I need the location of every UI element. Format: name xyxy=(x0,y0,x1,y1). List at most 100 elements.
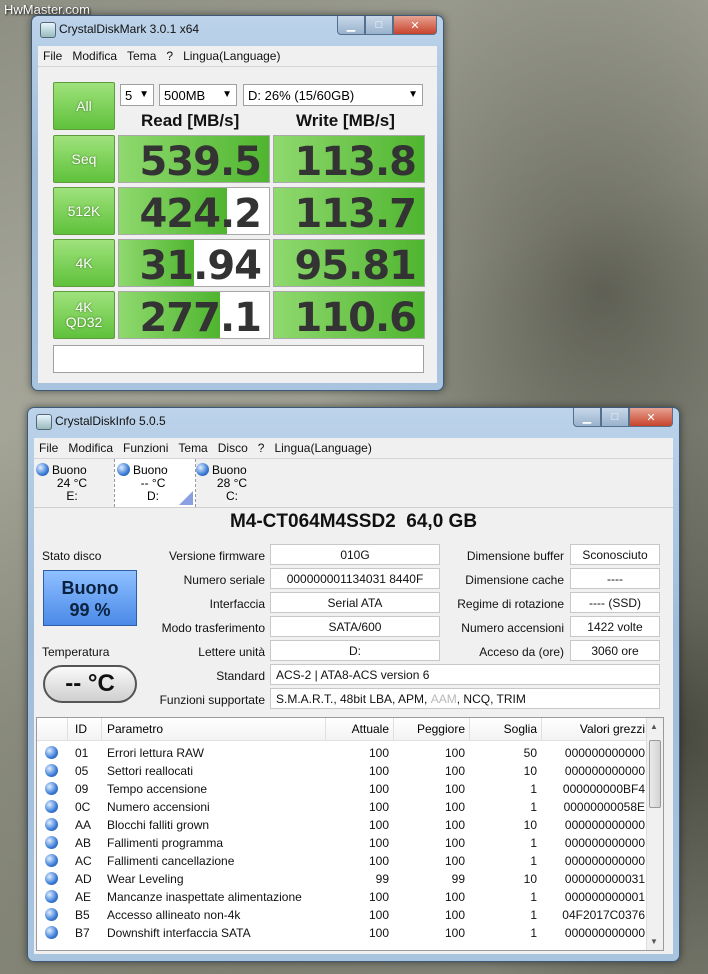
status-dot-icon xyxy=(45,800,58,813)
status-dot-icon xyxy=(45,872,58,885)
table-row[interactable]: 09 Tempo accensione 100 100 1 000000000BF4 xyxy=(37,780,646,798)
table-row[interactable]: 05 Settori reallocati 100 100 10 000000000000 xyxy=(37,762,646,780)
menu-help[interactable]: ? xyxy=(253,441,270,455)
512k-write-cell: 113.7 xyxy=(273,187,425,235)
table-row[interactable]: AD Wear Leveling 99 99 10 000000000031 xyxy=(37,870,646,888)
table-row[interactable]: AB Fallimenti programma 100 100 1 00000000000… xyxy=(37,834,646,852)
menu-file[interactable]: File xyxy=(34,441,63,455)
scroll-thumb[interactable] xyxy=(649,740,661,808)
size-select[interactable]: 500MB ▼ xyxy=(159,84,237,106)
seq-write-cell: 113.8 xyxy=(273,135,425,183)
disk-status: Buono xyxy=(133,463,168,477)
col-attuale[interactable]: Attuale xyxy=(329,722,389,736)
write-header: Write [MB/s] xyxy=(296,111,395,130)
table-row[interactable]: B5 Accesso allineato non-4k 100 100 1 04F2017… xyxy=(37,906,646,924)
attr-name: Settori reallocati xyxy=(107,764,194,778)
disk-tab-d[interactable]: Buono -- °C D: xyxy=(114,459,196,507)
disk-tab-e[interactable]: Buono 24 °C E: xyxy=(34,459,114,507)
temperature-label: Temperatura xyxy=(42,645,110,659)
menu-lingua[interactable]: Lingua(Language) xyxy=(269,441,376,455)
scroll-down-icon[interactable]: ▼ xyxy=(650,937,658,946)
attr-id: B7 xyxy=(75,926,90,940)
attr-id: AA xyxy=(75,818,92,832)
col-peggiore[interactable]: Peggiore xyxy=(397,722,465,736)
all-button[interactable]: All xyxy=(53,82,115,130)
menu-tema[interactable]: Tema xyxy=(173,441,212,455)
maximize-button[interactable]: □ xyxy=(365,16,393,35)
menu-help[interactable]: ? xyxy=(161,49,178,63)
chevron-down-icon: ▼ xyxy=(408,89,418,100)
cdi-title: CrystalDiskInfo 5.0.5 xyxy=(55,414,166,428)
standard-value: ACS-2 | ATA8-ACS version 6 xyxy=(270,664,660,685)
4k-qd32-button[interactable]: 4K QD32 xyxy=(53,291,115,339)
table-row[interactable]: 01 Errori lettura RAW 100 100 50 000000000000 xyxy=(37,744,646,762)
col-valori-grezzi[interactable]: Valori grezzi xyxy=(547,722,645,736)
seq-button[interactable]: Seq xyxy=(53,135,115,183)
features-aam-disabled: AAM xyxy=(430,691,457,706)
table-row[interactable]: AC Fallimenti cancellazione 100 100 1 0000000… xyxy=(37,852,646,870)
attr-current: 99 xyxy=(375,872,389,886)
attr-current: 100 xyxy=(368,782,389,796)
attr-worst: 100 xyxy=(444,782,465,796)
attr-raw: 04F2017C0376 xyxy=(562,908,645,922)
close-button[interactable]: ✕ xyxy=(629,408,673,427)
health-dot-icon xyxy=(36,463,49,476)
table-row[interactable]: AE Mancanze inaspettate alimentazione 100 1… xyxy=(37,888,646,906)
col-separator xyxy=(541,718,542,740)
col-parametro[interactable]: Parametro xyxy=(107,722,163,736)
512k-read-cell: 424.2 xyxy=(118,187,270,235)
table-row[interactable]: 0C Numero accensioni 100 100 1 00000000058E xyxy=(37,798,646,816)
power-hours-label: Acceso da (ore) xyxy=(479,645,564,659)
scroll-up-icon[interactable]: ▲ xyxy=(650,722,658,731)
disk-status: Buono xyxy=(212,463,247,477)
attr-raw: 000000000000 xyxy=(564,836,645,850)
attr-id: 05 xyxy=(75,764,89,778)
menu-funzioni[interactable]: Funzioni xyxy=(118,441,173,455)
col-id[interactable]: ID xyxy=(75,722,87,736)
disk-tab-c[interactable]: Buono 28 °C C: xyxy=(194,459,274,507)
menu-disco[interactable]: Disco xyxy=(213,441,253,455)
rotation-label: Regime di rotazione xyxy=(457,597,564,611)
attr-current: 100 xyxy=(368,854,389,868)
4k-write-cell: 95.81 xyxy=(273,239,425,287)
4k-read-cell: 31.94 xyxy=(118,239,270,287)
table-row[interactable]: B7 Downshift interfaccia SATA 100 100 1 00000… xyxy=(37,924,646,942)
512k-button[interactable]: 512K xyxy=(53,187,115,235)
cdm-titlebar[interactable]: CrystalDiskMark 3.0.1 x64 ▁ □ ✕ xyxy=(32,16,443,44)
disk-status: Buono xyxy=(52,463,87,477)
cdi-titlebar[interactable]: CrystalDiskInfo 5.0.5 ▁ □ ✕ xyxy=(28,408,679,436)
buffer-label: Dimensione buffer xyxy=(466,549,564,563)
4k-button[interactable]: 4K xyxy=(53,239,115,287)
table-row[interactable]: AA Blocchi falliti grown 100 100 10 000000000… xyxy=(37,816,646,834)
close-button[interactable]: ✕ xyxy=(393,16,437,35)
health-status-badge[interactable]: Buono 99 % xyxy=(43,570,137,626)
menu-tema[interactable]: Tema xyxy=(122,49,161,63)
attr-threshold: 10 xyxy=(523,872,537,886)
count-select[interactable]: 5 ▼ xyxy=(120,84,154,106)
cdm-menubar: File Modifica Tema ? Lingua(Language) xyxy=(38,46,437,67)
minimize-button[interactable]: ▁ xyxy=(337,16,365,35)
power-count-label: Numero accensioni xyxy=(461,621,564,635)
attr-threshold: 50 xyxy=(523,746,537,760)
drive-select[interactable]: D: 26% (15/60GB) ▼ xyxy=(243,84,423,106)
disk-temp: 24 °C xyxy=(56,476,88,490)
attr-worst: 100 xyxy=(444,746,465,760)
maximize-button[interactable]: □ xyxy=(601,408,629,427)
letters-label: Lettere unità xyxy=(198,645,265,659)
smart-table[interactable]: ID Parametro Attuale Peggiore Soglia Val… xyxy=(36,717,664,951)
menu-file[interactable]: File xyxy=(38,49,67,63)
menu-modifica[interactable]: Modifica xyxy=(63,441,118,455)
col-separator xyxy=(469,718,470,740)
power-count-value: 1422 volte xyxy=(570,616,660,637)
smart-scrollbar[interactable]: ▲ ▼ xyxy=(646,718,663,950)
attr-raw: 000000000000 xyxy=(564,926,645,940)
attr-threshold: 1 xyxy=(530,854,537,868)
menu-modifica[interactable]: Modifica xyxy=(67,49,122,63)
attr-current: 100 xyxy=(368,926,389,940)
minimize-button[interactable]: ▁ xyxy=(573,408,601,427)
col-soglia[interactable]: Soglia xyxy=(477,722,537,736)
seq-read-value: 539.5 xyxy=(139,139,262,183)
status-dot-icon xyxy=(45,854,58,867)
menu-lingua[interactable]: Lingua(Language) xyxy=(178,49,285,63)
comment-field[interactable] xyxy=(53,345,424,373)
